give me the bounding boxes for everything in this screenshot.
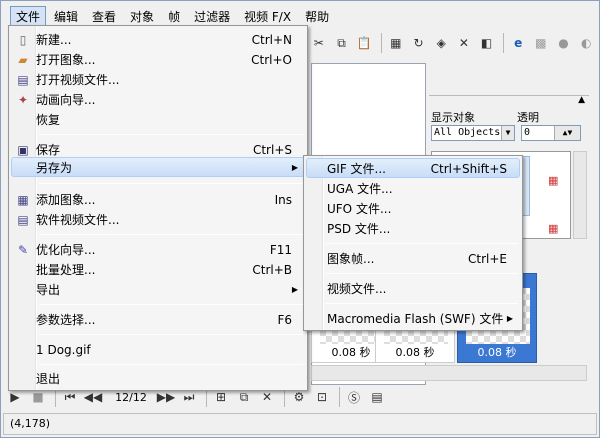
- video-file-icon: ▤: [17, 213, 29, 227]
- menu-item-gif-file[interactable]: GIF 文件... Ctrl+Shift+S: [306, 158, 520, 178]
- menu-item-export[interactable]: 导出 ▶: [11, 279, 305, 299]
- main-toolbar: ✂ ⧉ 📋 ▦ ↻ ◈ ✕ ◧ e ▩ ● ◐: [309, 29, 599, 57]
- menu-separator: [326, 303, 518, 304]
- color-palette-icon[interactable]: ▦: [548, 222, 564, 236]
- menu-filter[interactable]: 过滤器: [188, 6, 236, 26]
- scissors-icon[interactable]: ✕: [454, 33, 474, 53]
- rotate-icon[interactable]: ↻: [409, 33, 429, 53]
- file-menu: ▯ 新建... Ctrl+N ▰ 打开图象... Ctrl+O ▤ 打开视频文件... ✦…: [8, 25, 308, 391]
- optimize-frame-icon[interactable]: ⊡: [312, 387, 332, 407]
- menu-item-preferences[interactable]: 参数选择... F6: [11, 309, 305, 329]
- menu-video-fx[interactable]: 视频 F/X: [238, 6, 297, 26]
- menu-item-image-frame[interactable]: 图象帧... Ctrl+E: [306, 248, 520, 268]
- spin-icon[interactable]: ▲▼: [554, 126, 580, 140]
- menu-frame[interactable]: 帧: [162, 6, 186, 26]
- add-image-icon: ▦: [17, 193, 29, 207]
- toolbar-separator: [339, 387, 340, 407]
- menu-separator: [326, 273, 518, 274]
- wizard-icon: ✦: [17, 93, 29, 107]
- menu-separator: [326, 243, 518, 244]
- copy-icon[interactable]: ⧉: [332, 33, 352, 53]
- panel-grip: [429, 95, 589, 99]
- menu-item-add-image[interactable]: ▦ 添加图象... Ins: [11, 189, 305, 209]
- menu-view[interactable]: 查看: [86, 6, 122, 26]
- menu-separator: [39, 364, 303, 365]
- menu-item-flash-swf[interactable]: Macromedia Flash (SWF) 文件 ▶: [306, 308, 520, 328]
- menu-item-video-file[interactable]: ▤ 软件视频文件...: [11, 209, 305, 229]
- toolbar-separator: [503, 33, 505, 53]
- menu-item-revert[interactable]: 恢复: [11, 109, 305, 129]
- menu-item-batch[interactable]: 批量处理... Ctrl+B: [11, 259, 305, 279]
- export-frame-icon[interactable]: ▤: [367, 387, 387, 407]
- frame-delay-label: 0.08 秒: [477, 346, 517, 359]
- save-as-submenu: GIF 文件... Ctrl+Shift+S UGA 文件... UFO 文件..…: [303, 155, 523, 331]
- menu-item-recent-file[interactable]: 1 Dog.gif: [11, 339, 305, 359]
- cursor-coordinates: (4,178): [10, 417, 51, 430]
- menu-item-psd-file[interactable]: PSD 文件...: [306, 218, 520, 238]
- wizard-icon[interactable]: ◐: [576, 33, 596, 53]
- recolor-icon[interactable]: ◈: [431, 33, 451, 53]
- open-image-icon: ▰: [18, 53, 28, 67]
- menu-item-open-image[interactable]: ▰ 打开图象... Ctrl+O: [11, 49, 305, 69]
- open-video-icon: ▤: [17, 73, 29, 87]
- new-icon: ▯: [19, 33, 27, 47]
- menu-item-exit[interactable]: 退出: [11, 368, 305, 388]
- transparency-field[interactable]: 0 ▲▼: [521, 125, 581, 141]
- filter-icon[interactable]: ▩: [531, 33, 551, 53]
- scroll-up-icon[interactable]: ▲: [578, 95, 585, 105]
- object-list-scrollbar[interactable]: [573, 151, 587, 239]
- transparency-label: 透明: [517, 111, 539, 124]
- menu-item-save-as[interactable]: 另存为 ▶: [11, 157, 305, 177]
- menu-separator: [39, 304, 303, 305]
- color-palette-icon[interactable]: ▦: [548, 174, 564, 188]
- cut-icon[interactable]: ✂: [309, 33, 329, 53]
- crop-icon[interactable]: ▦: [386, 33, 406, 53]
- disabled-icon[interactable]: ●: [554, 33, 574, 53]
- menu-separator: [39, 183, 303, 184]
- menu-item-open-video[interactable]: ▤ 打开视频文件...: [11, 69, 305, 89]
- menu-separator: [39, 234, 303, 235]
- menu-help[interactable]: 帮助: [299, 6, 335, 26]
- menu-edit[interactable]: 编辑: [48, 6, 84, 26]
- menu-item-ufo-file[interactable]: UFO 文件...: [306, 198, 520, 218]
- menu-separator: [39, 134, 303, 135]
- optimize-icon: ✎: [17, 243, 29, 257]
- frame-strip-scrollbar[interactable]: [311, 365, 587, 381]
- submenu-arrow-icon: ▶: [506, 314, 513, 323]
- paste-icon[interactable]: 📋: [354, 33, 374, 53]
- menu-bar: 文件 编辑 查看 对象 帧 过滤器 视频 F/X 帮助: [2, 6, 598, 26]
- display-objects-label: 显示对象: [431, 111, 475, 124]
- menu-item-optimize-wizard[interactable]: ✎ 优化向导... F11: [11, 239, 305, 259]
- save-icon: ▣: [17, 143, 29, 157]
- menu-file[interactable]: 文件: [10, 6, 47, 26]
- app-window: 文件 编辑 查看 对象 帧 过滤器 视频 F/X 帮助 ✂ ⧉ 📋 ▦ ↻ ◈ …: [0, 0, 600, 438]
- status-bar: (4,178): [3, 413, 597, 435]
- submenu-arrow-icon: ▶: [291, 163, 298, 172]
- menu-separator: [39, 334, 303, 335]
- submenu-arrow-icon: ▶: [291, 285, 298, 294]
- menu-item-animation-wizard[interactable]: ✦ 动画向导...: [11, 89, 305, 109]
- menu-item-save[interactable]: ▣ 保存 Ctrl+S: [11, 139, 305, 159]
- menu-item-new[interactable]: ▯ 新建... Ctrl+N: [11, 29, 305, 49]
- toolbar-separator: [381, 33, 382, 53]
- menu-object[interactable]: 对象: [124, 6, 160, 26]
- frame-delay-label: 0.08 秒: [395, 346, 435, 359]
- menu-item-uga-file[interactable]: UGA 文件...: [306, 178, 520, 198]
- display-objects-select[interactable]: All Objects ▼: [431, 125, 515, 141]
- chevron-down-icon[interactable]: ▼: [501, 126, 514, 140]
- ie-icon[interactable]: e: [508, 33, 528, 53]
- menu-item-video-file[interactable]: 视频文件...: [306, 278, 520, 298]
- frame-counter: 12/12: [115, 390, 147, 404]
- layer-icon[interactable]: ◧: [477, 33, 497, 53]
- sequence-icon[interactable]: Ⓢ: [344, 387, 364, 407]
